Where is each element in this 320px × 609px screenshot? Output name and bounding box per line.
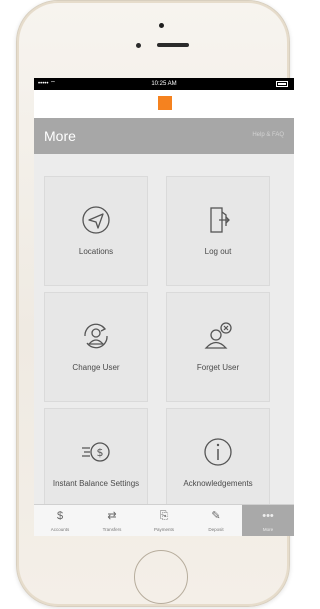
tab-more[interactable]: ••• More (242, 505, 294, 536)
tab-transfers-label: Transfers (102, 527, 122, 532)
instant-balance-tile[interactable]: $ Instant Balance Settings (44, 408, 148, 518)
locations-label: Locations (78, 247, 114, 256)
page-title: More (44, 128, 76, 144)
locations-tile[interactable]: Locations (44, 176, 148, 286)
tab-accounts-label: Accounts (50, 527, 70, 532)
tab-payments[interactable]: ⎘ Payments (138, 505, 190, 536)
tab-transfers[interactable]: ⇄ Transfers (86, 505, 138, 536)
header-link[interactable]: Help & FAQ (252, 132, 284, 138)
bottom-tab-bar: $ Accounts ⇄ Transfers ⎘ Payments ✎ Depo… (34, 504, 294, 536)
location-arrow-icon (45, 203, 147, 235)
instant-balance-label: Instant Balance Settings (52, 479, 140, 488)
app-screen: ••••• ⌔ 10:25 AM More Help & FAQ Locatio… (34, 78, 294, 536)
logo-bar (34, 90, 294, 118)
payment-icon: ⎘ (159, 510, 169, 522)
tab-more-label: More (262, 527, 274, 532)
door-exit-icon (167, 203, 269, 235)
change-user-tile[interactable]: Change User (44, 292, 148, 402)
instant-balance-icon: $ (45, 435, 147, 467)
dollar-icon: $ (56, 510, 64, 522)
transfer-icon: ⇄ (107, 510, 117, 522)
tab-deposit-label: Deposit (208, 527, 224, 532)
forget-user-tile[interactable]: Forget User (166, 292, 270, 402)
earpiece-speaker (157, 43, 189, 47)
forget-user-icon (167, 319, 269, 351)
tab-accounts[interactable]: $ Accounts (34, 505, 86, 536)
change-user-icon (45, 319, 147, 351)
acknowledgements-label: Acknowledgements (183, 479, 253, 488)
svg-text:$: $ (97, 446, 104, 459)
more-icon: ••• (262, 510, 274, 522)
home-button[interactable] (134, 550, 188, 604)
proximity-sensor (159, 23, 164, 28)
status-bar: ••••• ⌔ 10:25 AM (34, 78, 294, 90)
forget-user-label: Forget User (196, 363, 240, 372)
clock: 10:25 AM (151, 81, 177, 87)
info-icon (167, 435, 269, 467)
battery-icon (276, 81, 288, 87)
front-camera (136, 43, 141, 48)
deposit-icon: ✎ (211, 510, 221, 522)
title-bar: More Help & FAQ (34, 118, 294, 154)
change-user-label: Change User (72, 363, 120, 372)
acknowledgements-tile[interactable]: Acknowledgements (166, 408, 270, 518)
tab-payments-label: Payments (153, 527, 174, 532)
brand-logo (158, 96, 172, 110)
logout-tile[interactable]: Log out (166, 176, 270, 286)
logout-label: Log out (204, 247, 232, 256)
tab-deposit[interactable]: ✎ Deposit (190, 505, 242, 536)
